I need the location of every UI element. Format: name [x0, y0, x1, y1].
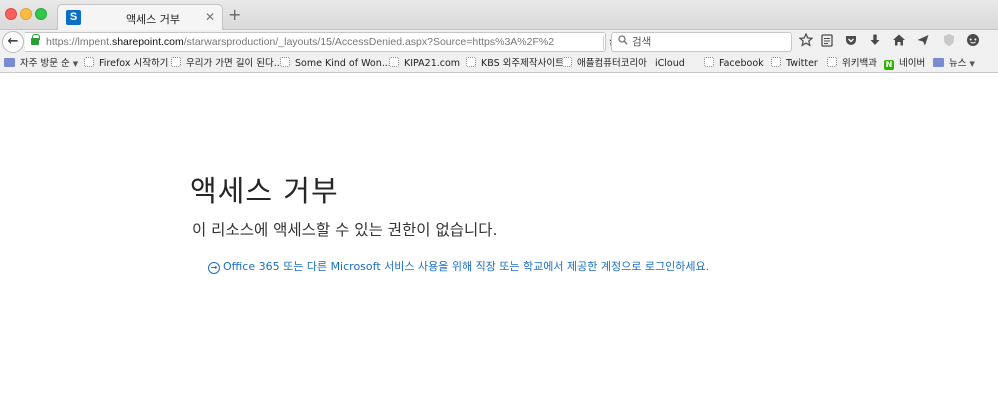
arrow-circle-right-icon: → — [208, 262, 220, 274]
sharepoint-favicon-icon: S — [66, 10, 81, 25]
shield-icon[interactable] — [940, 33, 958, 51]
tab-active[interactable]: S 액세스 거부 ✕ — [57, 4, 223, 31]
url-scheme: https:// — [46, 36, 78, 48]
bookmark-label: KIPA21.com — [404, 58, 461, 69]
chevron-down-icon: ▼ — [969, 60, 975, 68]
page-icon — [84, 57, 94, 67]
bookmark-item[interactable]: Twitter — [771, 57, 818, 71]
bookmark-label: Twitter — [786, 58, 818, 69]
bookmarks-bar: 자주 방문 순 ▼ Firefox 시작하기 우리가 가면 길이 된다... So… — [0, 54, 998, 73]
bookmark-label: 자주 방문 순 — [20, 58, 70, 69]
url-host-prefix: lmpent. — [77, 36, 112, 48]
bookmark-label: KBS 외주제작사이트 — [481, 58, 564, 69]
tab-close-icon[interactable]: ✕ — [205, 10, 215, 24]
page-icon — [466, 57, 476, 67]
bookmark-item[interactable]: Facebook — [704, 57, 764, 71]
home-icon[interactable] — [890, 33, 908, 51]
bookmark-item[interactable]: 위키백과 — [827, 57, 877, 71]
page-title: 액세스 거부 — [190, 174, 339, 208]
page-icon — [704, 57, 714, 67]
folder-icon — [933, 58, 944, 67]
tab-bar: S 액세스 거부 ✕ + — [0, 0, 998, 31]
search-icon — [618, 35, 628, 48]
bookmark-folder-most-visited[interactable]: 자주 방문 순 ▼ — [4, 57, 78, 71]
url-bar[interactable]: https://lmpent.sharepoint.com/starwarspr… — [25, 32, 619, 52]
new-tab-button[interactable]: + — [228, 6, 241, 24]
page-icon — [562, 57, 572, 67]
bookmark-label: 네이버 — [899, 58, 926, 69]
bookmark-label: Firefox 시작하기 — [99, 58, 169, 69]
url-path: /starwarsproduction/_layouts/15/AccessDe… — [183, 36, 554, 48]
download-icon[interactable] — [866, 33, 884, 51]
bookmark-label: iCloud — [655, 58, 685, 69]
bookmark-label: 우리가 가면 길이 된다... — [186, 58, 283, 69]
bookmark-item[interactable]: iCloud — [650, 57, 685, 71]
bookmark-label: 애플컴퓨터코리아 — [577, 58, 647, 69]
page-content: 액세스 거부 이 리소스에 액세스할 수 있는 권한이 없습니다. → Offic… — [0, 74, 998, 418]
page-icon — [389, 57, 399, 67]
sign-in-link-text: Office 365 또는 다른 Microsoft 서비스 사용을 위해 직장… — [223, 260, 710, 273]
bookmark-item[interactable]: KIPA21.com — [389, 57, 460, 71]
page-icon — [827, 57, 837, 67]
pocket-icon[interactable] — [842, 33, 860, 51]
sign-in-link[interactable]: → Office 365 또는 다른 Microsoft 서비스 사용을 위해 직… — [208, 258, 709, 274]
bookmark-folder-news[interactable]: 뉴스 ▼ — [933, 57, 975, 71]
bookmark-item[interactable]: Firefox 시작하기 — [84, 57, 168, 71]
bookmark-label: Some Kind of Won... — [295, 58, 391, 69]
naver-icon: N — [884, 60, 894, 70]
back-button[interactable]: ← — [2, 31, 24, 53]
folder-icon — [4, 58, 15, 67]
page-icon — [171, 57, 181, 67]
bookmark-label: 위키백과 — [842, 58, 877, 69]
star-icon[interactable] — [797, 32, 815, 51]
url-host: sharepoint.com — [111, 36, 184, 48]
tab-title: 액세스 거부 — [125, 13, 181, 26]
send-icon[interactable] — [914, 33, 932, 51]
search-input[interactable] — [632, 35, 787, 49]
minimize-window-button[interactable] — [20, 8, 32, 20]
navigation-toolbar: https://lmpent.sharepoint.com/starwarspr… — [0, 30, 998, 70]
close-window-button[interactable] — [5, 8, 17, 20]
url-divider — [603, 36, 604, 50]
reading-list-icon[interactable] — [818, 33, 836, 51]
lock-icon[interactable] — [31, 34, 40, 45]
bookmark-item[interactable]: 애플컴퓨터코리아 — [562, 57, 647, 71]
url-text[interactable]: https://lmpent.sharepoint.com/starwarspr… — [46, 36, 554, 48]
page-icon — [280, 57, 290, 67]
bookmark-label: 뉴스 — [949, 58, 967, 69]
access-denied-message: 이 리소스에 액세스할 수 있는 권한이 없습니다. — [192, 221, 498, 239]
bookmark-item[interactable]: Some Kind of Won... — [280, 57, 391, 71]
bookmark-item[interactable]: N 네이버 — [884, 57, 925, 71]
search-bar[interactable] — [611, 32, 792, 52]
bookmark-item[interactable]: 우리가 가면 길이 된다... — [171, 57, 283, 71]
page-icon — [771, 57, 781, 67]
chevron-down-icon: ▼ — [72, 60, 79, 68]
bookmark-label: Facebook — [719, 58, 764, 69]
zoom-window-button[interactable] — [35, 8, 47, 20]
chat-icon[interactable] — [964, 33, 982, 51]
bookmark-item[interactable]: KBS 외주제작사이트 — [466, 57, 564, 71]
